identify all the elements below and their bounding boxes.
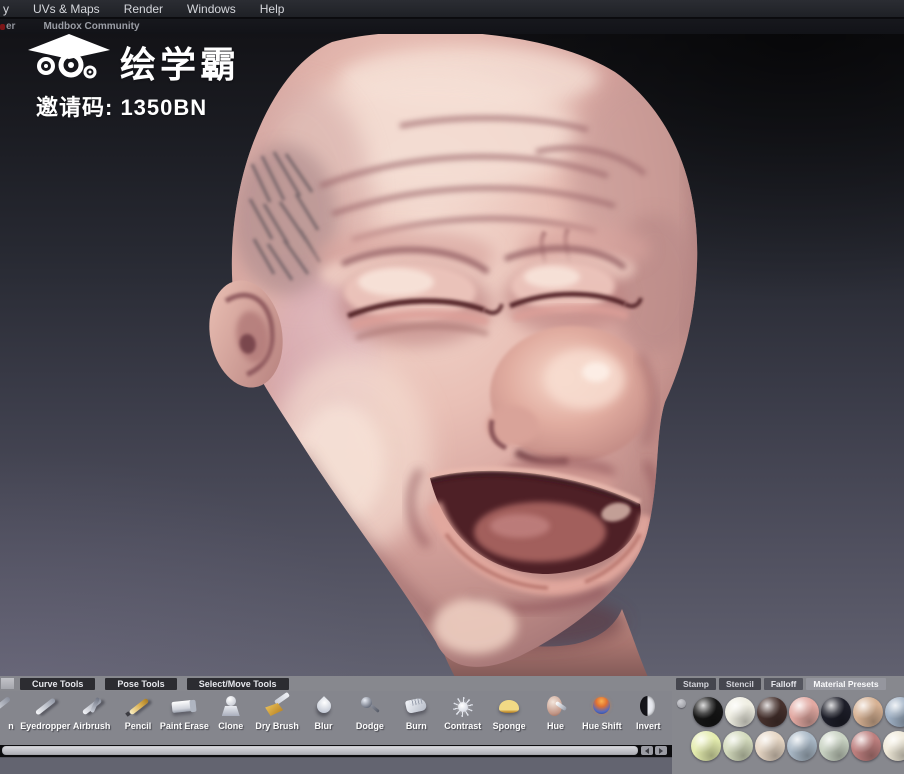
sun-contrast-icon — [450, 695, 476, 719]
tool-dry-brush[interactable]: Dry Brush — [254, 691, 300, 745]
material-sphere[interactable] — [691, 731, 721, 761]
tool-label: Clone — [218, 721, 244, 731]
menu-item-help[interactable]: Help — [260, 2, 285, 16]
pencil-icon — [125, 695, 151, 719]
material-presets-panel — [672, 691, 904, 774]
airbrush-icon — [79, 695, 105, 719]
tab-select-move-tools[interactable]: Select/Move Tools — [186, 677, 289, 690]
material-sphere[interactable] — [853, 697, 883, 727]
tool-invert[interactable]: Invert — [625, 691, 671, 745]
paint-erase-icon — [171, 695, 197, 719]
watermark: 绘学霸 邀请码: 1350BN — [26, 34, 240, 122]
tab-falloff[interactable]: Falloff — [763, 677, 804, 690]
clone-stamp-icon — [218, 695, 244, 719]
watermark-brand: 绘学霸 — [120, 44, 241, 85]
tool-label: Hue — [546, 721, 564, 731]
material-row-1 — [693, 697, 904, 727]
material-sphere[interactable] — [885, 697, 904, 727]
tool-label: Eyedropper — [20, 721, 71, 731]
material-sphere[interactable] — [789, 697, 819, 727]
sculpt-head-model[interactable] — [0, 34, 904, 677]
menu-item-windows[interactable]: Windows — [187, 2, 236, 16]
tab-partial[interactable]: er — [6, 21, 15, 32]
scroll-right-button[interactable] — [655, 746, 667, 755]
material-sphere[interactable] — [693, 697, 723, 727]
tool-dodge[interactable]: Dodge — [347, 691, 393, 745]
tab-mudbox-community[interactable]: Mudbox Community — [43, 21, 139, 32]
tool-burn[interactable]: Burn — [393, 691, 439, 745]
invert-face-icon — [635, 695, 661, 719]
sculpt-viewport[interactable]: 绘学霸 邀请码: 1350BN — [0, 34, 904, 677]
material-sphere[interactable] — [851, 731, 881, 761]
panel-knob-icon[interactable] — [677, 699, 686, 708]
watermark-invite-code: 邀请码: 1350BN — [36, 95, 208, 120]
material-sphere[interactable] — [723, 731, 753, 761]
scroll-left-button[interactable] — [641, 746, 653, 755]
tab-scroll-button[interactable] — [1, 678, 14, 689]
tool-paint-erase[interactable]: Paint Erase — [159, 691, 209, 745]
tool-label: n — [8, 721, 14, 731]
material-sphere[interactable] — [755, 731, 785, 761]
tool-label: Sponge — [492, 721, 526, 731]
tab-curve-tools[interactable]: Curve Tools — [20, 677, 96, 690]
tray-scrollbar[interactable] — [2, 746, 638, 755]
red-indicator-dot — [0, 24, 5, 30]
tool-blur[interactable]: Blur — [300, 691, 346, 745]
material-sphere[interactable] — [883, 731, 904, 761]
tool-label: Dodge — [355, 721, 384, 731]
paint-tool-tray: n Eyedropper Airbrush Pencil Paint Erase… — [0, 691, 672, 745]
dry-brush-icon — [264, 695, 290, 719]
tool-label: Contrast — [444, 721, 482, 731]
tool-label: Airbrush — [72, 721, 111, 731]
tool-label: Dry Brush — [255, 721, 299, 731]
mudbox-window: y UVs & Maps Render Windows Help er Mudb… — [0, 0, 904, 774]
sponge-icon — [496, 695, 522, 719]
partial-tool-icon — [0, 695, 22, 719]
right-tab-bar: Stamp Stencil Falloff Material Presets — [672, 676, 904, 691]
huixueba-logo-icon — [28, 34, 110, 79]
tool-label: Blur — [314, 721, 333, 731]
menu-item-render[interactable]: Render — [124, 2, 163, 16]
tool-hue-shift[interactable]: Hue Shift — [579, 691, 625, 745]
color-sphere-icon — [589, 695, 615, 719]
tab-stencil[interactable]: Stencil — [718, 677, 761, 690]
material-sphere[interactable] — [821, 697, 851, 727]
tool-airbrush[interactable]: Airbrush — [68, 691, 114, 745]
secondary-bar: er Mudbox Community — [0, 19, 904, 34]
material-sphere[interactable] — [757, 697, 787, 727]
tool-label: Invert — [636, 721, 661, 731]
tab-pose-tools[interactable]: Pose Tools — [105, 677, 177, 690]
face-brush-icon — [542, 695, 568, 719]
tool-label: Hue Shift — [582, 721, 622, 731]
tool-contrast[interactable]: Contrast — [440, 691, 486, 745]
material-sphere[interactable] — [787, 731, 817, 761]
material-sphere[interactable] — [819, 731, 849, 761]
tool-label: Burn — [405, 721, 427, 731]
eyedropper-icon — [32, 695, 58, 719]
menu-bar: y UVs & Maps Render Windows Help — [0, 0, 904, 18]
tab-material-presets[interactable]: Material Presets — [806, 677, 886, 690]
tool-pencil[interactable]: Pencil — [115, 691, 161, 745]
bottom-strip — [0, 757, 672, 774]
hand-icon — [403, 695, 429, 719]
tool-label: Pencil — [124, 721, 152, 731]
tool-hue[interactable]: Hue — [532, 691, 578, 745]
tool-partial[interactable]: n — [0, 691, 22, 745]
menu-item-uvs-maps[interactable]: UVs & Maps — [33, 2, 100, 16]
water-drop-icon — [311, 695, 337, 719]
material-row-2 — [691, 731, 904, 761]
menu-item-partial[interactable]: y — [3, 2, 9, 16]
tab-stamp[interactable]: Stamp — [676, 677, 716, 690]
tool-clone[interactable]: Clone — [208, 691, 254, 745]
tool-tab-bar: Curve Tools Pose Tools Select/Move Tools — [0, 676, 672, 691]
material-sphere[interactable] — [725, 697, 755, 727]
tool-label: Paint Erase — [159, 721, 209, 731]
tool-eyedropper[interactable]: Eyedropper — [20, 691, 71, 745]
dodge-pin-icon — [357, 695, 383, 719]
tool-sponge[interactable]: Sponge — [486, 691, 532, 745]
